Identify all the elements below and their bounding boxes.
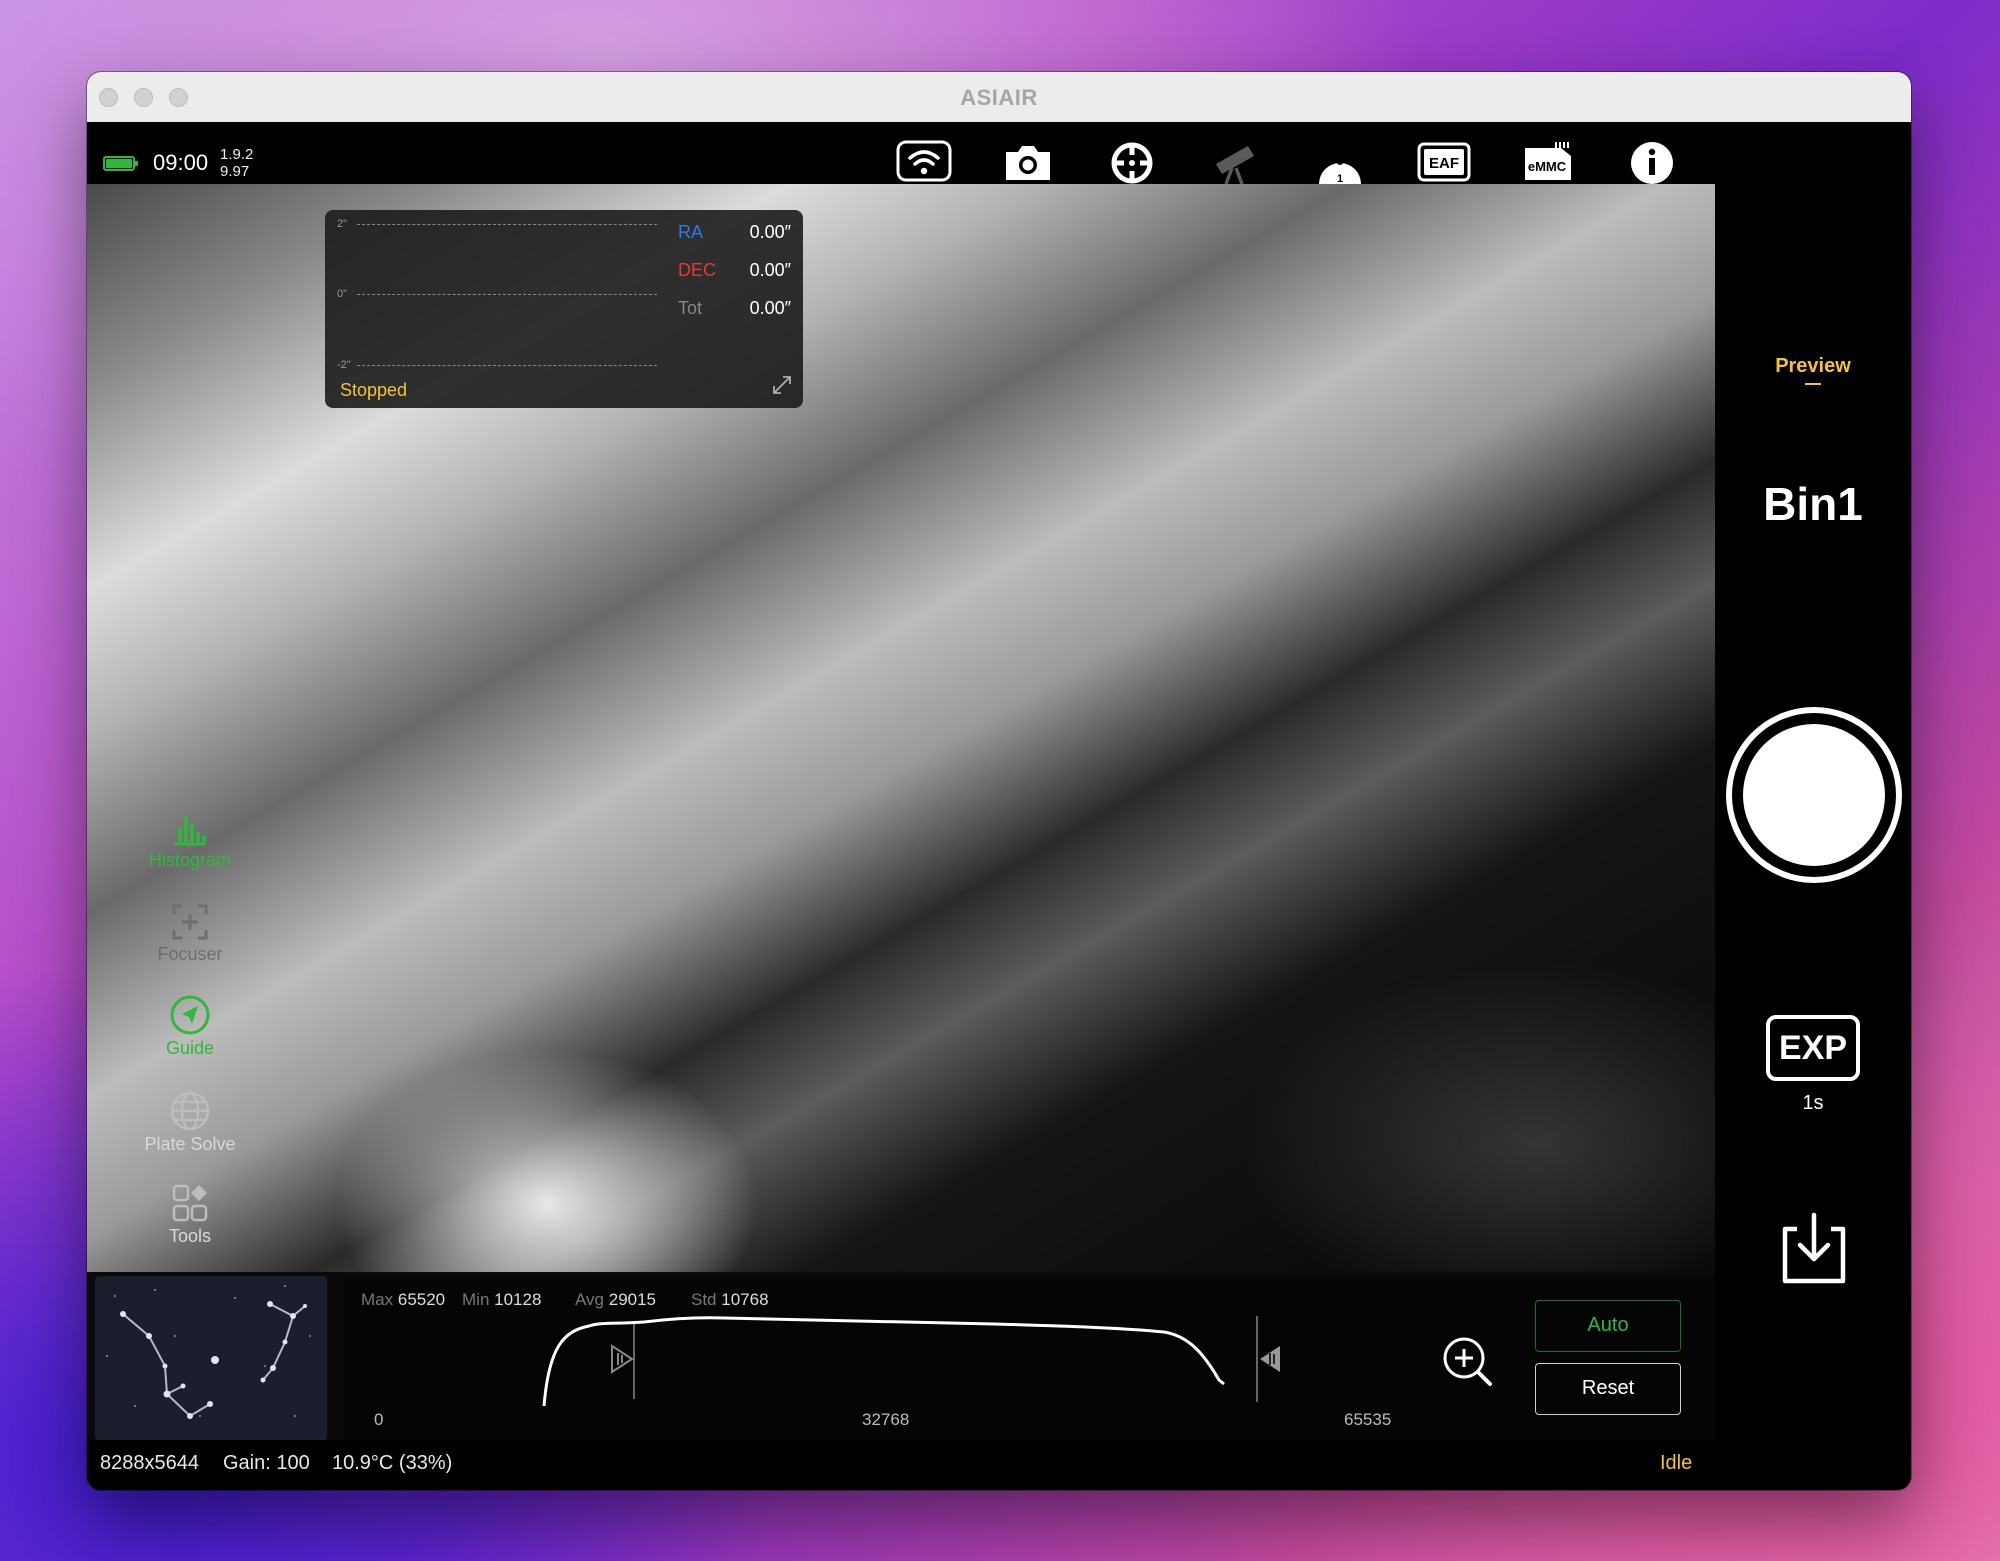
mode-preview[interactable]: Preview <box>1715 355 1911 385</box>
histogram-plot <box>542 1316 1258 1407</box>
bottom-bar: Max 65520 Min 10128 Avg 29015 Std 10768 … <box>87 1272 1715 1441</box>
guide-gridline-top <box>357 224 657 225</box>
guide-scope-icon[interactable] <box>1104 138 1160 184</box>
app-window: ASIAIR 09:00 1.9.2 9.97 1 EAF eMMC 2" 0"… <box>87 72 1911 1490</box>
sidebar-item-histogram[interactable]: Histogram <box>127 806 253 872</box>
histogram-icon <box>174 816 206 846</box>
sidebar-item-label: Histogram <box>148 850 232 870</box>
wifi-icon[interactable] <box>896 138 952 184</box>
plate-solve-icon <box>170 1091 210 1131</box>
download-icon[interactable] <box>1773 1207 1855 1289</box>
sidebar-item-focuser[interactable]: Focuser <box>127 900 253 966</box>
sidebar-item-tools[interactable]: Tools <box>127 1182 253 1248</box>
sidebar-item-label: Focuser <box>157 944 223 964</box>
sidebar-item-guide[interactable]: Guide <box>127 994 253 1060</box>
guide-status: Stopped <box>340 380 408 400</box>
clock: 09:00 <box>153 150 209 175</box>
preview-image[interactable]: 2" 0" -2" RA 0.00″ DEC 0.00″ Tot 0.00″ S… <box>87 184 1715 1272</box>
bin-setting[interactable]: Bin1 <box>1715 477 1911 531</box>
tools-icon <box>172 1184 208 1222</box>
histogram-tick-max: 65535 <box>1344 1410 1392 1429</box>
expand-icon[interactable] <box>771 374 793 396</box>
emmc-label: eMMC <box>1528 159 1567 174</box>
dec-value: 0.00″ <box>749 260 791 280</box>
histogram-panel: Max 65520 Min 10128 Avg 29015 Std 10768 … <box>344 1276 1714 1441</box>
capture-state: Idle <box>1660 1452 1693 1474</box>
asiair-app: 09:00 1.9.2 9.97 1 EAF eMMC 2" 0" -2" RA… <box>87 122 1911 1490</box>
ra-label: RA <box>678 222 704 242</box>
zoom-in-icon[interactable] <box>1442 1336 1494 1388</box>
top-bar: 09:00 1.9.2 9.97 1 EAF eMMC <box>87 122 1715 184</box>
filter-slot-number: 1 <box>1337 173 1343 184</box>
emmc-icon[interactable]: eMMC <box>1520 138 1576 184</box>
auto-stretch-button[interactable]: Auto <box>1535 1300 1681 1352</box>
battery-icon <box>103 156 138 171</box>
info-icon[interactable] <box>1624 138 1680 184</box>
focuser-icon <box>172 904 208 940</box>
tot-value: 0.00″ <box>749 298 791 318</box>
guide-axis-mid: 0" <box>337 288 348 300</box>
histogram-tick-mid: 32768 <box>862 1410 910 1429</box>
dec-label: DEC <box>678 260 717 280</box>
mode-indicator <box>1805 383 1821 385</box>
voltage-readout: 9.97 <box>220 163 250 180</box>
guide-axis-top: 2" <box>337 218 348 230</box>
guide-gridline-mid <box>357 294 657 295</box>
eaf-label: EAF <box>1429 155 1459 172</box>
window-title: ASIAIR <box>960 85 1038 110</box>
sidebar-item-plate-solve[interactable]: Plate Solve <box>127 1090 253 1156</box>
firmware-version: 1.9.2 <box>220 146 254 163</box>
guide-axis-bottom: -2" <box>337 359 351 371</box>
exp-label: EXP <box>1778 1029 1848 1067</box>
sidebar-item-label: Tools <box>168 1226 212 1246</box>
camera-gain: Gain: 100 <box>223 1452 310 1474</box>
tot-label: Tot <box>678 298 703 318</box>
reset-stretch-button[interactable]: Reset <box>1535 1363 1681 1415</box>
sidebar-item-label: Plate Solve <box>144 1134 236 1154</box>
black-point-slider[interactable] <box>608 1342 636 1376</box>
exposure-value: 1s <box>1802 1092 1824 1114</box>
exposure-button[interactable]: EXP <box>1766 1015 1860 1081</box>
white-point-slider[interactable] <box>1256 1342 1284 1376</box>
histogram-curve <box>542 1316 1225 1407</box>
guide-icon <box>170 995 210 1035</box>
star-map-thumbnail[interactable] <box>95 1276 327 1441</box>
shutter-button[interactable] <box>1726 707 1902 883</box>
telescope-icon[interactable] <box>1208 138 1264 184</box>
mode-label: Preview <box>1775 355 1851 377</box>
status-bar: 8288x5644 Gain: 100 10.9°C (33%) Idle <box>87 1440 1715 1490</box>
ra-value: 0.00″ <box>749 222 791 242</box>
shutter-inner <box>1743 724 1885 866</box>
capture-panel: Preview Bin1 EXP 1s <box>1715 122 1911 1490</box>
camera-temperature: 10.9°C (33%) <box>332 1452 453 1474</box>
image-resolution: 8288x5644 <box>100 1452 199 1474</box>
filter-wheel-icon[interactable]: 1 <box>1312 138 1368 184</box>
guide-gridline-bottom <box>357 365 657 366</box>
eaf-icon[interactable]: EAF <box>1416 138 1472 184</box>
camera-icon[interactable] <box>1000 138 1056 184</box>
guide-graph-panel[interactable]: 2" 0" -2" RA 0.00″ DEC 0.00″ Tot 0.00″ S… <box>325 210 803 408</box>
sidebar-item-label: Guide <box>165 1038 215 1058</box>
histogram-tick-min: 0 <box>374 1410 384 1429</box>
title-bar: ASIAIR <box>87 72 1911 123</box>
